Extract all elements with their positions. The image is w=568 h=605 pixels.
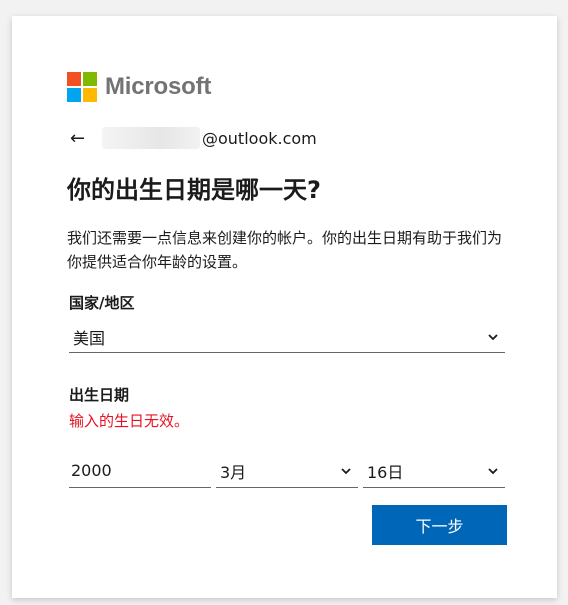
account-identity: ← @outlook.com [70,126,317,150]
microsoft-logo-icon [67,72,97,102]
signup-card: Microsoft ← @outlook.com 你的出生日期是哪一天? 我们还… [12,16,557,598]
page-title: 你的出生日期是哪一天? [67,176,321,204]
microsoft-logo: Microsoft [67,72,211,102]
chevron-down-icon [341,467,351,474]
country-label: 国家/地区 [69,294,135,312]
brand-name: Microsoft [105,73,212,100]
redacted-username [102,127,200,149]
arrow-left-icon[interactable]: ← [70,128,90,149]
birth-month-select[interactable]: 3月 [216,454,358,488]
birth-month-value: 3月 [220,462,247,482]
country-value: 美国 [73,328,106,348]
birth-year-input[interactable] [69,454,211,488]
birth-day-select[interactable]: 16日 [363,454,505,488]
birth-day-value: 16日 [367,462,404,482]
email-domain: @outlook.com [202,128,317,148]
birthdate-label: 出生日期 [69,386,130,404]
birthdate-error: 输入的生日无效。 [69,412,190,430]
next-button[interactable]: 下一步 [372,505,507,545]
chevron-down-icon [488,333,498,340]
page-description: 我们还需要一点信息来创建你的帐户。你的出生日期有助于我们为你提供适合你年龄的设置… [67,229,503,271]
country-select[interactable]: 美国 [69,321,505,353]
chevron-down-icon [488,467,498,474]
